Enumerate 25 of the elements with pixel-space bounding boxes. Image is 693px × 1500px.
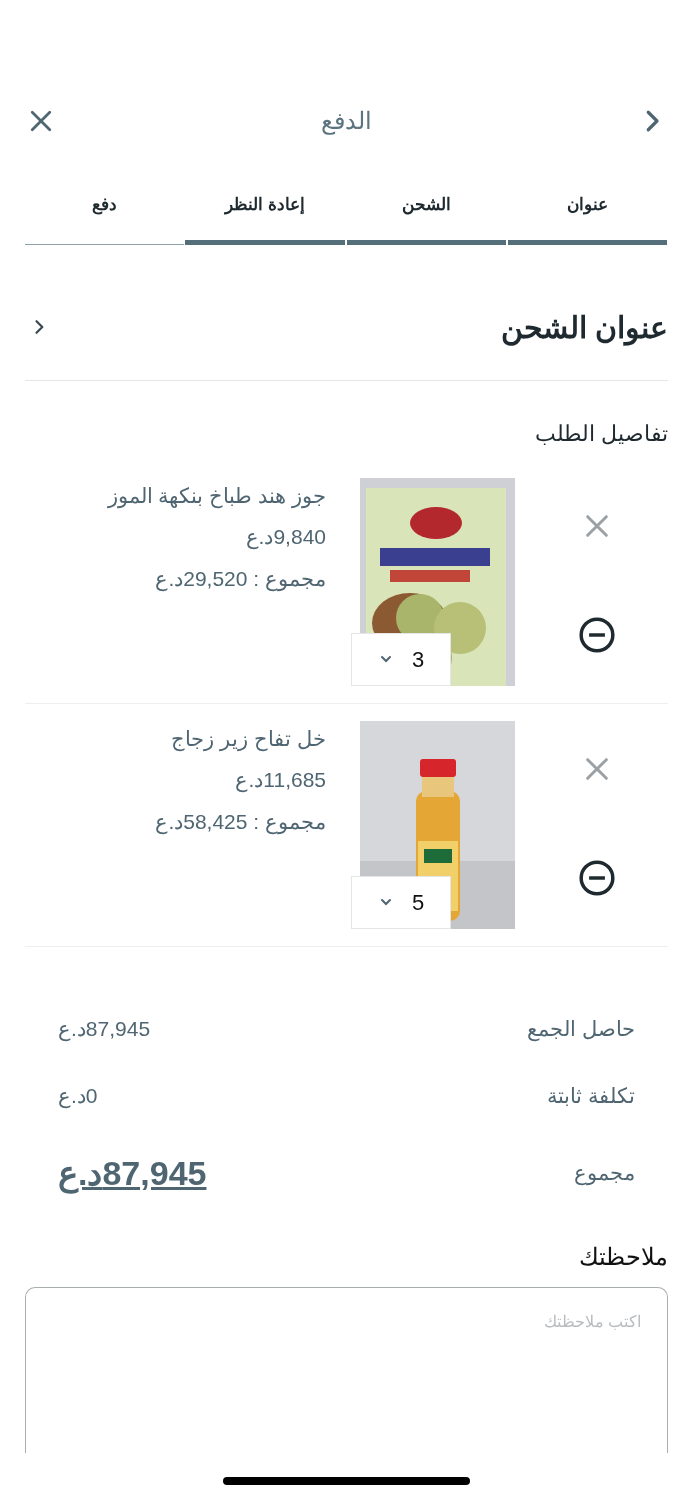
notes-title: ملاحظتك [578, 1241, 668, 1272]
minus-circle-icon[interactable] [577, 858, 616, 897]
step-tab[interactable]: دفع [25, 192, 185, 245]
step-tab[interactable]: عنوان [507, 192, 667, 245]
summary-value: 0د.ع [58, 1083, 98, 1111]
line-total: مجموع : 29,520د.ع [154, 565, 326, 594]
line-total: مجموع : 58,425د.ع [155, 808, 326, 837]
unit-price: 9,840د.ع [244, 524, 326, 552]
summary-label: حاصل الجمع [527, 1015, 635, 1044]
notes-field[interactable]: اكتب ملاحظتك [25, 1286, 668, 1453]
summary-label: مجموع [574, 1160, 635, 1188]
shipping-address-row[interactable]: عنوان الشحن [25, 304, 668, 381]
quantity-dropdown[interactable]: 5 [351, 875, 451, 929]
unit-price: 11,685د.ع [234, 767, 326, 795]
page-title: الدفع [321, 106, 372, 137]
step-tab[interactable]: الشحن [346, 192, 506, 245]
section-title: تفاصيل الطلب [533, 419, 668, 448]
step-tab[interactable]: إعادة النظر [185, 192, 345, 245]
product-name: خل تفاح زير زجاج [170, 725, 326, 754]
summary-label: تكلفة ثابتة [547, 1083, 635, 1109]
quantity-dropdown[interactable]: 3 [351, 632, 451, 686]
summary-value: 87,945د.ع [58, 1152, 207, 1196]
product-name: جوز هند طباخ بنكهة الموز [107, 482, 326, 511]
minus-circle-icon[interactable] [577, 615, 616, 654]
summary-value: 87,945د.ع [58, 1015, 151, 1044]
